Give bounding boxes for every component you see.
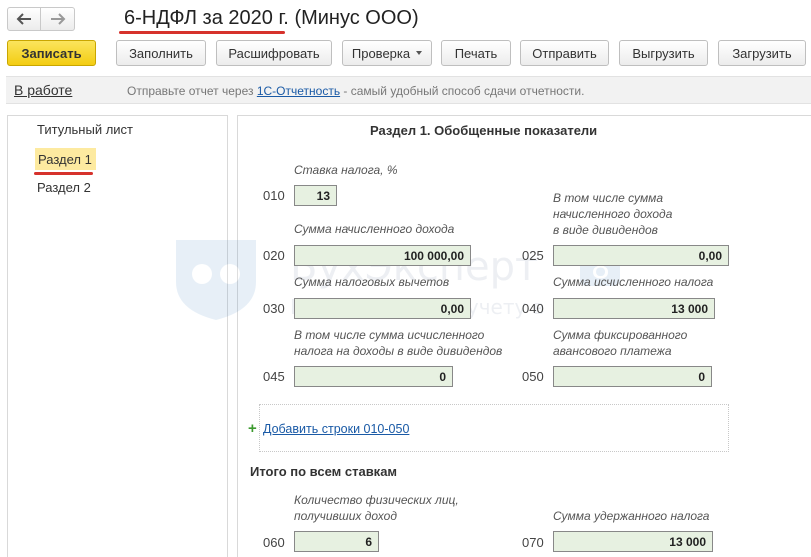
forward-button[interactable] — [41, 7, 75, 31]
field-label-050: Сумма фиксированного авансового платежа — [553, 327, 687, 359]
line-code-050: 050 — [522, 369, 544, 384]
line-code-060: 060 — [263, 535, 285, 550]
tax-deductions-field[interactable]: 0,00 — [294, 298, 471, 319]
line-code-045: 045 — [263, 369, 285, 384]
report-title: 6-НДФЛ за 2020 г. — [124, 7, 289, 29]
accrued-income-field[interactable]: 100 000,00 — [294, 245, 471, 266]
send-button[interactable]: Отправить — [520, 40, 609, 66]
field-label-line: авансового платежа — [553, 344, 672, 358]
field-label-020: Сумма начисленного дохода — [294, 222, 455, 236]
line-code-025: 025 — [522, 248, 544, 263]
section-title: Раздел 1. Обобщенные показатели — [370, 123, 598, 138]
status-hint: Отправьте отчет через 1С-Отчетность - са… — [127, 84, 584, 98]
title-underline — [119, 31, 285, 34]
status-bar: В работе Отправьте отчет через 1С-Отчетн… — [6, 76, 811, 104]
persons-count-field[interactable]: 6 — [294, 531, 379, 552]
reporting-service-link[interactable]: 1С-Отчетность — [257, 84, 340, 98]
decode-button[interactable]: Расшифровать — [216, 40, 332, 66]
field-label-line: начисленного дохода — [553, 207, 673, 221]
fill-button[interactable]: Заполнить — [116, 40, 206, 66]
line-code-010: 010 — [263, 188, 285, 203]
dividend-income-field[interactable]: 0,00 — [553, 245, 729, 266]
field-label-line: В том числе сумма исчисленного — [294, 328, 485, 342]
field-label-060: Количество физических лиц, получивших до… — [294, 492, 459, 524]
status-link[interactable]: В работе — [14, 82, 72, 98]
field-label-line: налога на доходы в виде дивидендов — [294, 344, 503, 358]
field-label-025: В том числе сумма начисленного дохода в … — [553, 190, 672, 238]
line-code-040: 040 — [522, 301, 544, 316]
line-code-070: 070 — [522, 535, 544, 550]
field-label-040: Сумма исчисленного налога — [553, 275, 714, 289]
sidebar-item-title-page[interactable]: Титульный лист — [8, 116, 227, 143]
field-label-045: В том числе сумма исчисленного налога на… — [294, 327, 502, 359]
calculated-tax-field[interactable]: 13 000 — [553, 298, 715, 319]
sidebar-item-label: Раздел 2 — [37, 180, 91, 195]
tax-rate-field[interactable]: 13 — [294, 185, 337, 206]
totals-heading: Итого по всем ставкам — [250, 464, 398, 479]
arrow-left-icon — [16, 13, 31, 25]
back-button[interactable] — [7, 7, 41, 31]
sidebar-item-section-2[interactable]: Раздел 2 — [8, 174, 227, 201]
import-button[interactable]: Загрузить — [718, 40, 806, 66]
withheld-tax-field[interactable]: 13 000 — [553, 531, 713, 552]
export-button[interactable]: Выгрузить — [619, 40, 708, 66]
page-title: 6-НДФЛ за 2020 г. (Минус ООО) — [124, 7, 419, 30]
sections-sidebar: Титульный лист Раздел 1 Раздел 2 — [7, 115, 228, 557]
status-hint-text: Отправьте отчет через — [127, 84, 257, 98]
print-button[interactable]: Печать — [441, 40, 511, 66]
line-code-020: 020 — [263, 248, 285, 263]
field-label-line: получивших доход — [294, 509, 397, 523]
save-button[interactable]: Записать — [7, 40, 96, 66]
field-label-line: В том числе сумма — [553, 191, 664, 205]
sidebar-item-section-1[interactable]: Раздел 1 — [8, 145, 227, 172]
arrow-right-icon — [50, 13, 65, 25]
field-label-010: Ставка налога, % — [294, 163, 398, 177]
field-label-line: Сумма фиксированного — [553, 328, 688, 342]
dividend-tax-field[interactable]: 0 — [294, 366, 453, 387]
field-label-030: Сумма налоговых вычетов — [294, 275, 450, 289]
field-label-line: в виде дивидендов — [553, 223, 658, 237]
check-button-label: Проверка — [351, 45, 411, 61]
field-label-line: Количество физических лиц, — [294, 493, 459, 507]
line-code-030: 030 — [263, 301, 285, 316]
add-rows-link[interactable]: Добавить строки 010-050 — [263, 422, 409, 436]
organization-name: (Минус ООО) — [294, 7, 419, 29]
field-label-070: Сумма удержанного налога — [553, 509, 710, 523]
check-dropdown-button[interactable]: Проверка — [342, 40, 432, 66]
sidebar-item-label: Титульный лист — [37, 122, 134, 137]
status-hint-tail: - самый удобный способ сдачи отчетности. — [340, 84, 585, 98]
fixed-advance-field[interactable]: 0 — [553, 366, 712, 387]
caret-down-icon — [416, 51, 423, 55]
sidebar-item-label: Раздел 1 — [35, 148, 96, 170]
plus-icon: + — [248, 420, 257, 437]
